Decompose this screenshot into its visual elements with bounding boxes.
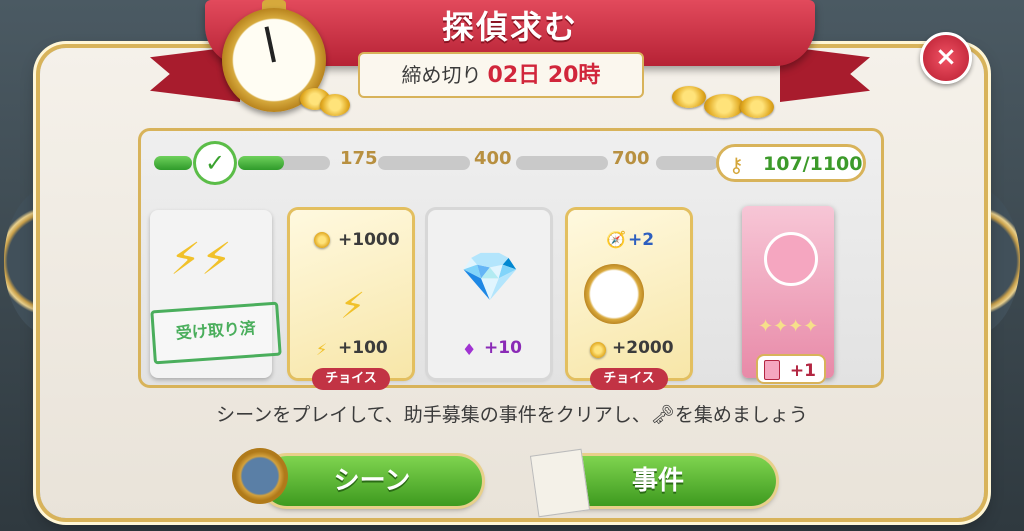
reward-card-choice-compass-coins[interactable]: 🧭 +2 +2000 (568, 210, 690, 378)
instruction-text: シーンをプレイして、助手募集の事件をクリアし、🗝を集めましょう (216, 404, 808, 426)
magnifier-icon (232, 448, 288, 504)
progress-segment-3 (378, 156, 470, 170)
key-icon: ⚷ (729, 153, 744, 177)
case-papers-icon (529, 448, 591, 518)
scene-button[interactable]: シーン (262, 456, 482, 506)
reward-amount: +2000 (612, 338, 674, 358)
reward-amount: +10 (484, 338, 522, 358)
progress-segment-1 (154, 156, 192, 170)
coin-icon (740, 96, 774, 118)
checkmark-icon: ✓ (196, 144, 234, 182)
compass-icon: 🧭 (606, 230, 626, 249)
deadline-value: 02日 20時 (487, 63, 601, 88)
claimed-stamp: 受け取り済 (150, 301, 282, 365)
deadline-box: 締め切り 02日 20時 (358, 52, 644, 98)
coin-icon (320, 94, 350, 116)
tarot-book-icon[interactable]: ✦✦✦✦ (742, 206, 834, 378)
energy-small-icon: ⚡ (316, 340, 328, 359)
progress-segment-2 (238, 156, 330, 170)
choice-badge: チョイス (590, 368, 668, 390)
reward-card-gems[interactable]: 💎 ♦ +10 (428, 210, 550, 378)
progress-segment-5 (656, 156, 718, 170)
coin-icon (704, 94, 744, 118)
energy-bolt-icon: ⚡⚡ (170, 234, 232, 285)
coin-icon (590, 342, 606, 358)
choice-badge: チョイス (312, 368, 390, 390)
coin-icon (672, 86, 706, 108)
book-badge-icon (764, 360, 780, 380)
key-count-text: 107/1100 (763, 153, 863, 175)
compass-large-icon (584, 264, 644, 324)
milestone-label: 175 (340, 148, 378, 169)
milestone-label: 700 (612, 148, 650, 169)
reward-card-choice-coins-energy[interactable]: +1000 ⚡ ⚡ +100 (290, 210, 412, 378)
deadline-label: 締め切り (401, 63, 482, 87)
coin-icon (314, 232, 330, 248)
book-emblem (764, 232, 818, 286)
reward-amount: +100 (338, 338, 388, 358)
energy-bolt-icon: ⚡ (340, 286, 366, 327)
gem-icon: 💎 (460, 249, 520, 305)
reward-amount: +2 (628, 230, 655, 250)
close-button[interactable]: × (920, 32, 972, 84)
reward-amount: +1000 (338, 230, 400, 250)
progress-segment-4 (516, 156, 608, 170)
stars-icon: ✦✦✦✦ (758, 316, 819, 337)
milestone-label: 400 (474, 148, 512, 169)
key-counter: ⚷ 107/1100 (716, 144, 866, 182)
gem-small-icon: ♦ (462, 340, 477, 359)
